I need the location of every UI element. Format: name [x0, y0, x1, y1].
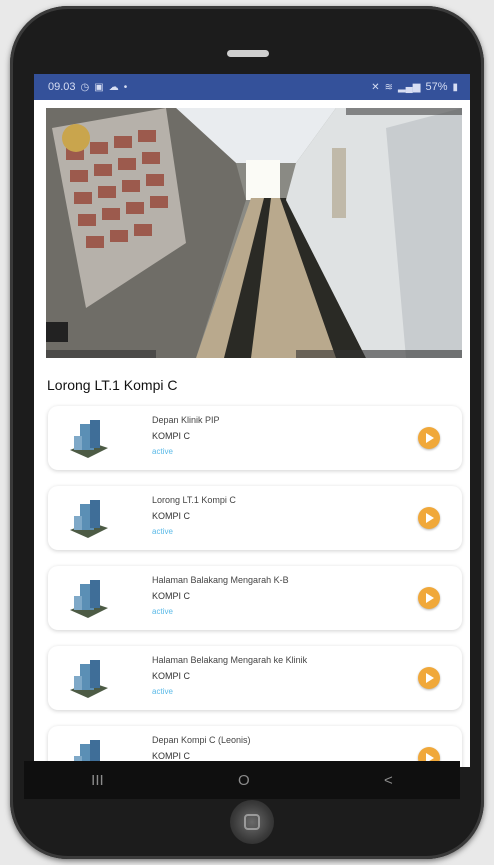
phone-frame: 09.03 ◷ ▣ ☁ • ✕ ≋ ▂▄▆ 57% ▮ Lorong LT.1 …	[10, 6, 484, 859]
device-group: KOMPI C	[152, 751, 191, 761]
building-icon	[70, 580, 108, 618]
list-item-text: Halaman Balakang Mengarah K-B KOMPI C ac…	[152, 575, 289, 616]
physical-home-button[interactable]	[230, 800, 274, 844]
device-title: Halaman Belakang Mengarah ke Klinik	[152, 655, 308, 665]
device-status: active	[152, 527, 173, 536]
device-group: KOMPI C	[152, 671, 191, 681]
device-list: Depan Klinik PIP KOMPI C active Lorong L…	[48, 406, 462, 767]
cloud-icon: ☁	[108, 81, 119, 93]
list-item[interactable]: Halaman Belakang Mengarah ke Klinik KOMP…	[48, 646, 462, 710]
device-group: KOMPI C	[152, 431, 191, 441]
play-button[interactable]	[418, 427, 440, 449]
list-item-text: Lorong LT.1 Kompi C KOMPI C active	[152, 495, 236, 536]
device-status: active	[152, 447, 173, 456]
list-item[interactable]: Lorong LT.1 Kompi C KOMPI C active	[48, 486, 462, 550]
alarm-icon: ◷	[80, 81, 90, 93]
list-item-text: Halaman Belakang Mengarah ke Klinik KOMP…	[152, 655, 307, 696]
device-group: KOMPI C	[152, 591, 191, 601]
status-left: 09.03 ◷ ▣ ☁ •	[48, 81, 127, 93]
app-screen: 09.03 ◷ ▣ ☁ • ✕ ≋ ▂▄▆ 57% ▮ Lorong LT.1 …	[34, 74, 470, 767]
signal-icon: ▂▄▆	[397, 81, 421, 93]
list-item[interactable]: Depan Klinik PIP KOMPI C active	[48, 406, 462, 470]
camera-title: Lorong LT.1 Kompi C	[47, 377, 178, 393]
back-button[interactable]: <	[384, 772, 393, 789]
status-time: 09.03	[48, 81, 76, 93]
building-icon	[70, 500, 108, 538]
mute-icon: ✕	[371, 81, 380, 93]
corridor-feed-image	[46, 108, 462, 358]
cctv-feed[interactable]	[46, 108, 462, 358]
home-nav-button[interactable]: O	[238, 772, 250, 789]
play-button[interactable]	[418, 587, 440, 609]
play-button[interactable]	[418, 667, 440, 689]
device-status: active	[152, 687, 173, 696]
play-button[interactable]	[418, 507, 440, 529]
device-title: Depan Kompi C (Leonis)	[152, 735, 251, 745]
device-title: Halaman Balakang Mengarah K-B	[152, 575, 289, 585]
device-title: Depan Klinik PIP	[152, 415, 220, 425]
image-icon: ▣	[94, 81, 104, 93]
building-icon	[70, 420, 108, 458]
dot-icon: •	[123, 81, 128, 93]
list-item[interactable]: Halaman Balakang Mengarah K-B KOMPI C ac…	[48, 566, 462, 630]
recent-apps-button[interactable]: III	[91, 772, 104, 789]
status-right: ✕ ≋ ▂▄▆ 57% ▮	[371, 81, 458, 93]
device-status: active	[152, 607, 173, 616]
device-title: Lorong LT.1 Kompi C	[152, 495, 236, 505]
list-item-text: Depan Klinik PIP KOMPI C active	[152, 415, 220, 456]
battery-percent: 57%	[425, 81, 448, 93]
android-nav-bar: III O <	[24, 761, 460, 799]
battery-icon: ▮	[452, 81, 458, 93]
building-icon	[70, 660, 108, 698]
wifi-icon: ≋	[384, 81, 393, 93]
speaker-grille	[227, 50, 269, 57]
status-bar: 09.03 ◷ ▣ ☁ • ✕ ≋ ▂▄▆ 57% ▮	[34, 74, 470, 100]
device-group: KOMPI C	[152, 511, 191, 521]
